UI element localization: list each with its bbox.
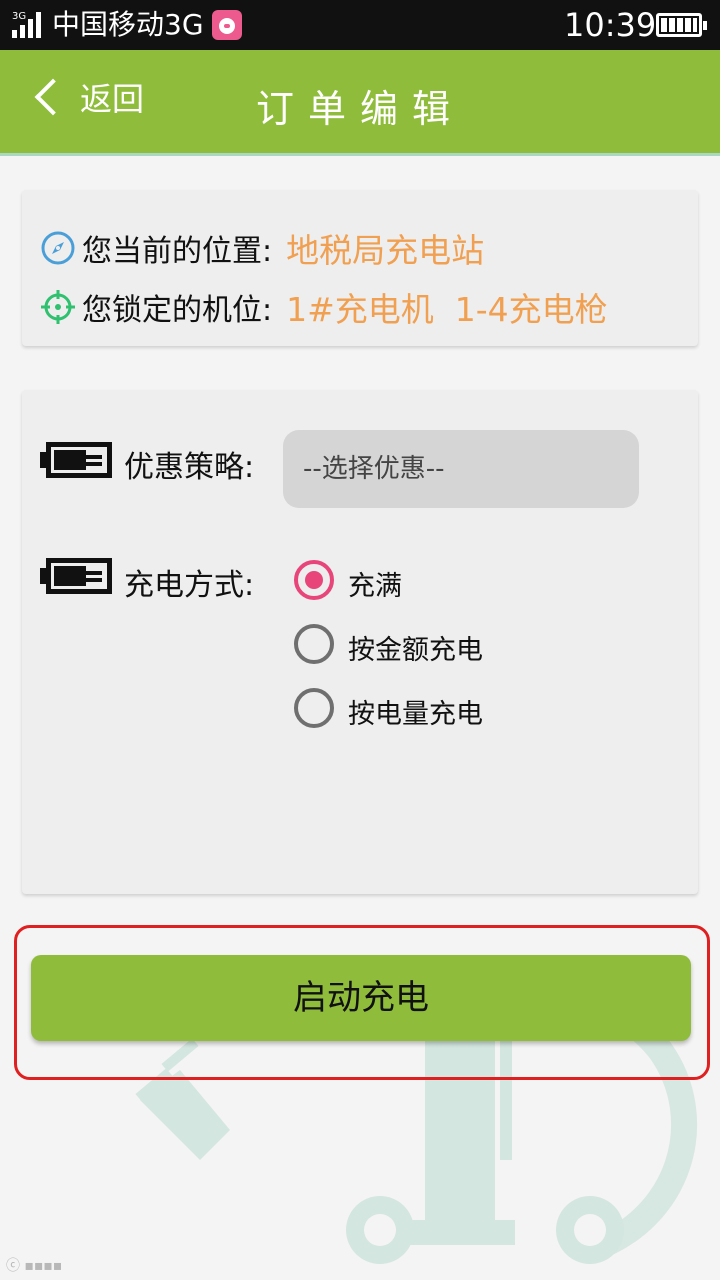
- image-watermark-logo: ⓒ ▪▪▪▪: [6, 1258, 63, 1274]
- status-bar: 3G 中国移动3G 10:39: [0, 0, 720, 50]
- options-card: 优惠策略: --选择优惠-- 充电方式: 充满 按金额充电 按电量充电: [22, 390, 698, 894]
- battery-icon: [656, 13, 707, 37]
- battery-plug-icon: [40, 442, 112, 478]
- radio-by-energy[interactable]: [294, 688, 334, 728]
- current-location-value: 地税局充电站: [286, 231, 485, 270]
- app-header: 返回 订单编辑: [0, 50, 720, 156]
- radio-label-by-amount[interactable]: 按金额充电: [348, 628, 483, 667]
- clock: 10:39: [564, 6, 657, 44]
- locked-station-value: 1#充电机 1-4充电枪: [286, 290, 608, 329]
- location-card: 您当前的位置: 地税局充电站 您锁定的机位: 1#充电机 1-4充电枪: [22, 190, 698, 346]
- discount-select[interactable]: --选择优惠--: [283, 430, 639, 508]
- signal-icon: 3G: [12, 12, 46, 38]
- locked-station-row: 您锁定的机位: 1#充电机 1-4充电枪: [40, 287, 608, 329]
- current-location-row: 您当前的位置: 地税局充电站: [40, 228, 484, 270]
- radio-by-amount[interactable]: [294, 624, 334, 664]
- notification-app-icon: [212, 10, 242, 40]
- crosshair-icon: [41, 290, 75, 324]
- compass-icon: [41, 231, 75, 265]
- network-type-label: 3G: [12, 11, 27, 22]
- discount-label: 优惠策略:: [124, 450, 255, 485]
- radio-label-full-charge[interactable]: 充满: [348, 564, 402, 603]
- radio-full-charge[interactable]: [294, 560, 334, 600]
- page-title: 订单编辑: [255, 87, 464, 131]
- charge-mode-label: 充电方式:: [124, 568, 255, 603]
- start-charging-button[interactable]: 启动充电: [31, 955, 691, 1041]
- radio-label-by-energy[interactable]: 按电量充电: [348, 692, 483, 731]
- current-location-label: 您当前的位置:: [82, 234, 273, 269]
- locked-station-label: 您锁定的机位:: [82, 293, 273, 328]
- battery-plug-icon: [40, 558, 112, 594]
- carrier-label: 中国移动3G: [52, 8, 204, 41]
